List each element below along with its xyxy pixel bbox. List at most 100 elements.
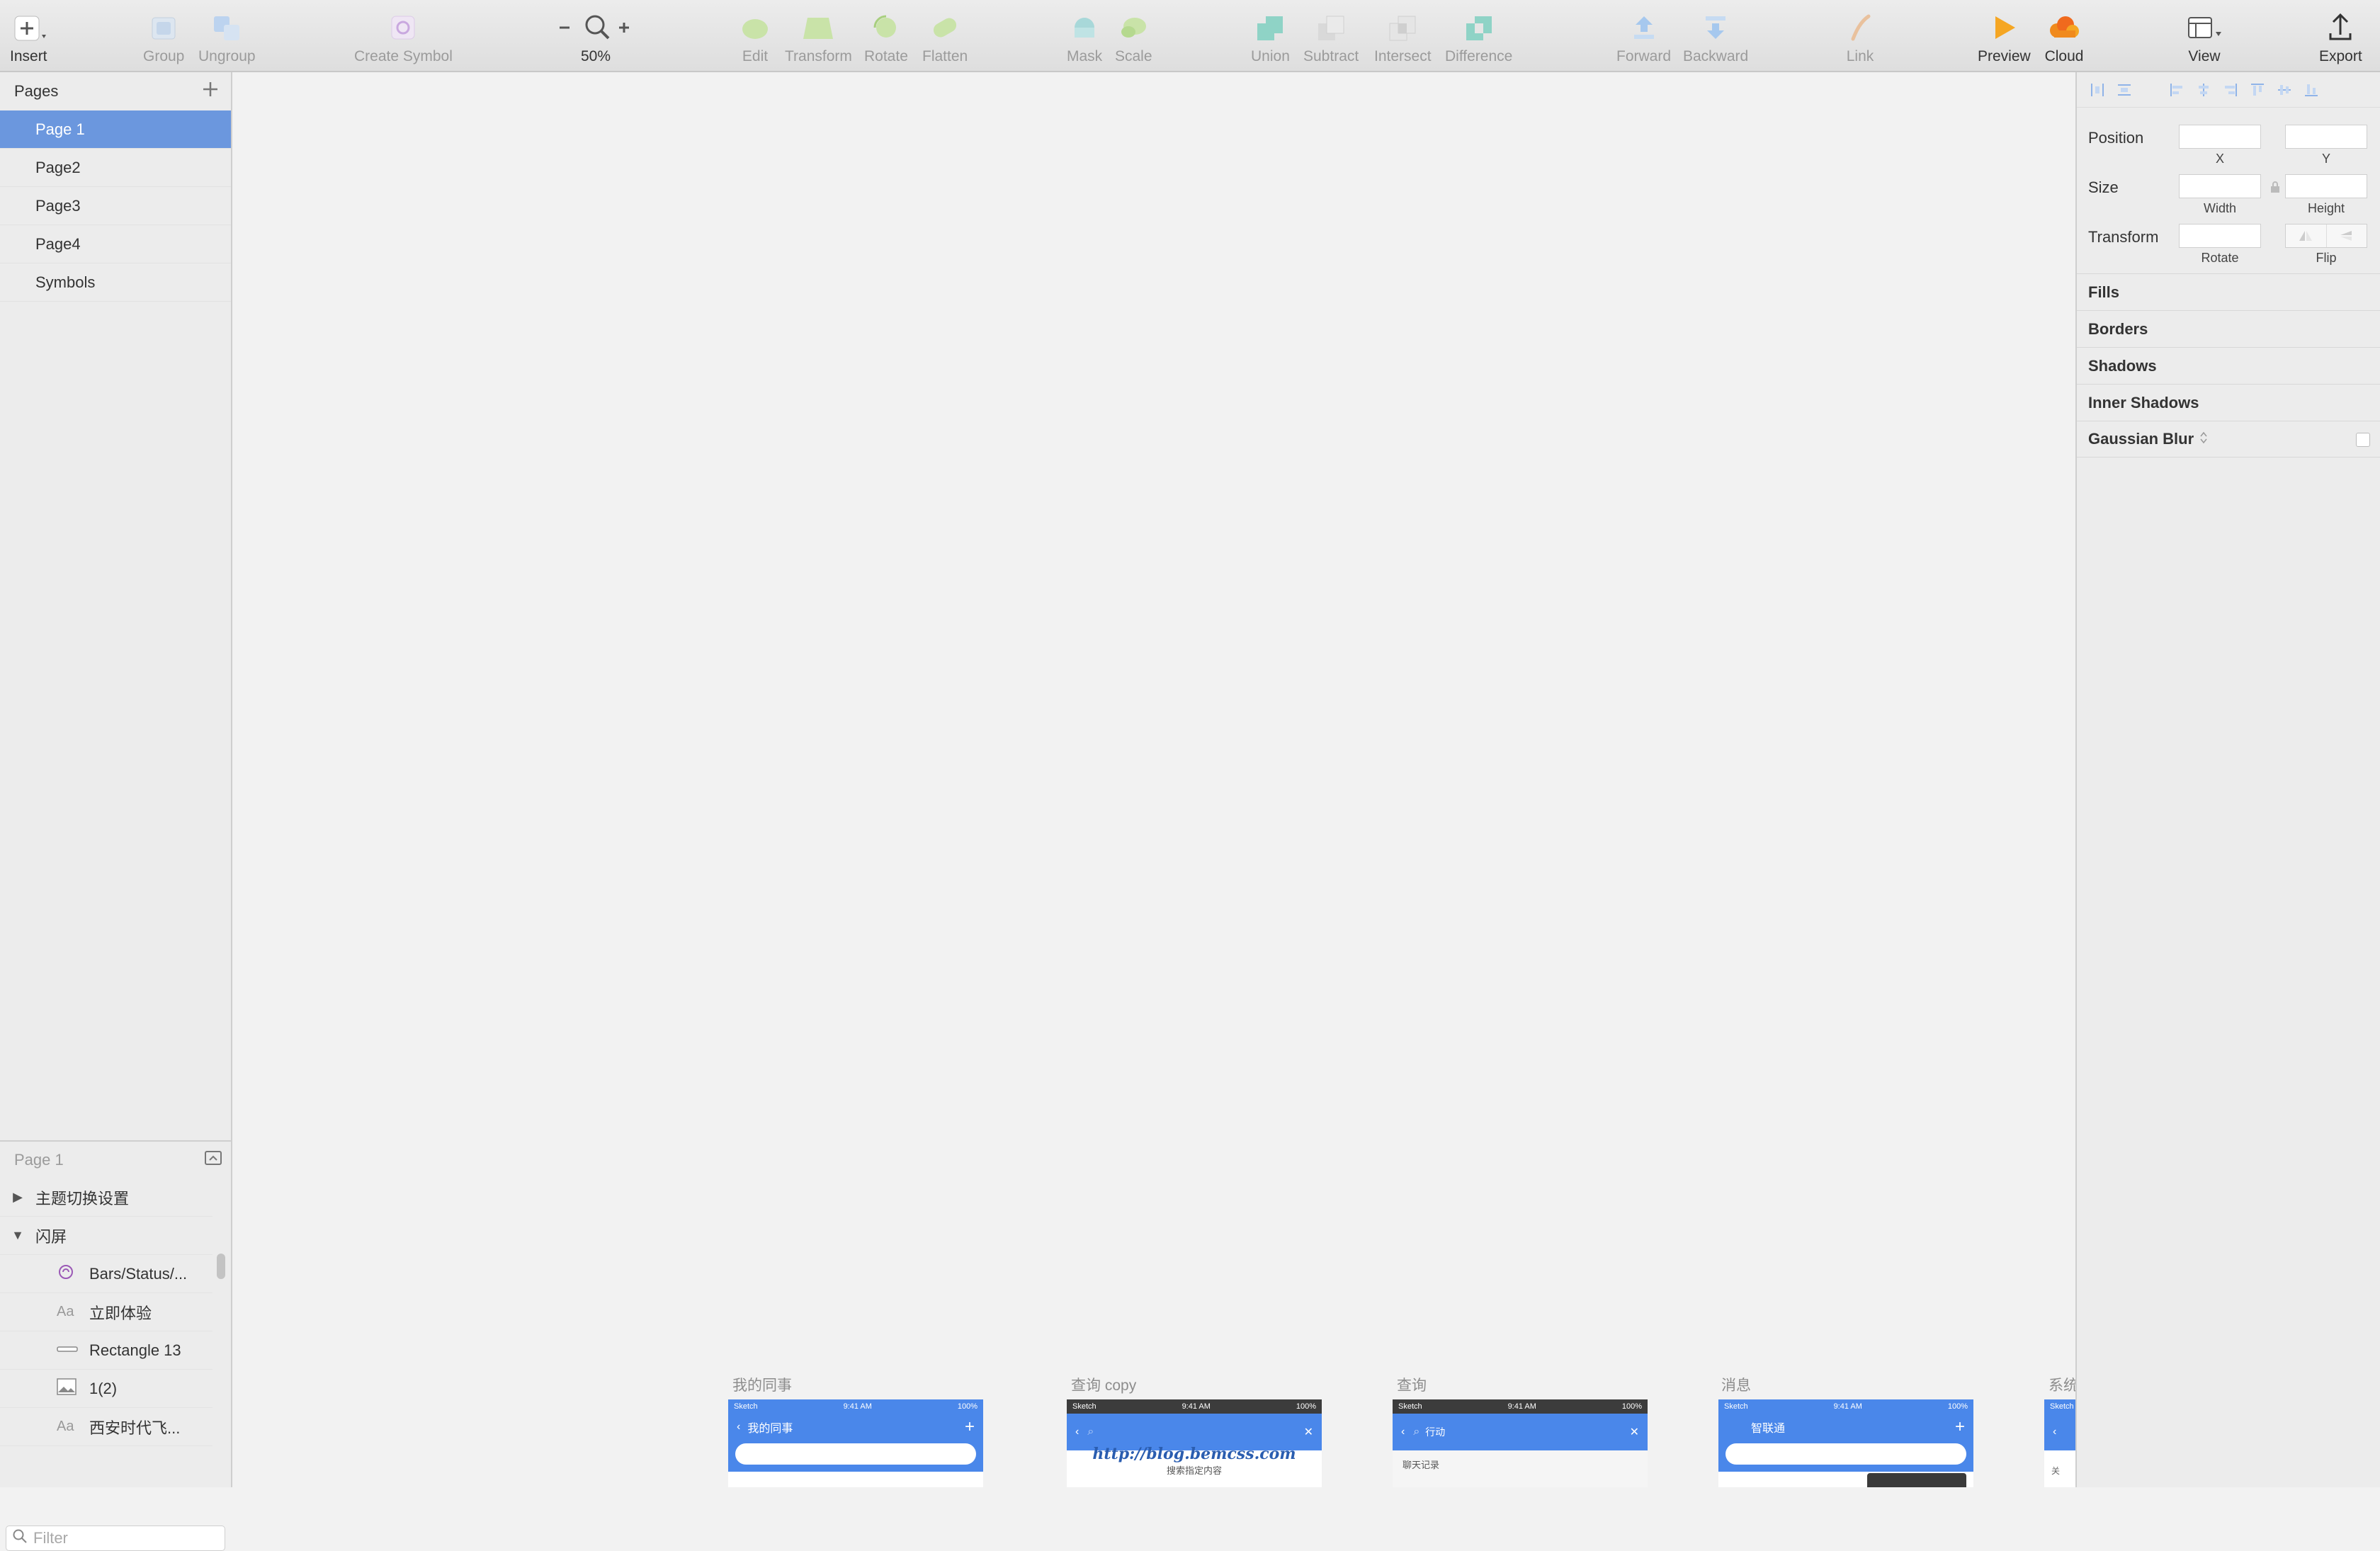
subtract-button[interactable]: Subtract bbox=[1303, 10, 1359, 65]
layer-item[interactable]: Aa 立即体验 bbox=[0, 1293, 212, 1331]
intersect-button[interactable]: Intersect bbox=[1374, 10, 1432, 65]
preview-button[interactable]: Preview bbox=[1978, 10, 2031, 65]
layer-label: Rectangle 13 bbox=[89, 1341, 181, 1359]
union-button[interactable]: Union bbox=[1251, 10, 1290, 65]
layer-item[interactable]: Rectangle 13 bbox=[0, 1331, 212, 1370]
rotate-icon bbox=[868, 10, 904, 45]
flatten-button[interactable]: Flatten bbox=[922, 10, 968, 65]
distribute-horizontal-icon[interactable] bbox=[2088, 81, 2107, 99]
align-center-icon[interactable] bbox=[2194, 81, 2213, 99]
distribute-vertical-icon[interactable] bbox=[2115, 81, 2134, 99]
artboard-system[interactable]: Sketch ‹ 关 bbox=[2044, 1399, 2075, 1487]
play-icon bbox=[1988, 10, 2019, 45]
backward-button[interactable]: Backward bbox=[1683, 10, 1748, 65]
artboard-messages[interactable]: Sketch 9:41 AM 100% 智联通 + bbox=[1718, 1399, 1973, 1487]
artboard-title[interactable]: 查询 bbox=[1397, 1374, 1427, 1395]
backward-label: Backward bbox=[1683, 48, 1749, 64]
artboard-colleagues[interactable]: Sketch 9:41 AM 100% ‹ 我的同事 + bbox=[728, 1399, 983, 1487]
back-chevron-icon: ‹ bbox=[737, 1421, 741, 1433]
page-item-page-1[interactable]: Page 1 bbox=[0, 110, 231, 149]
height-caption: Height bbox=[2307, 201, 2345, 215]
align-left-icon[interactable] bbox=[2168, 81, 2186, 99]
artboard-search-copy[interactable]: Sketch 9:41 AM 100% ‹ ⌕ ✕ http://blog.bemc… bbox=[1067, 1399, 1322, 1487]
back-chevron-icon: ‹ bbox=[2053, 1426, 2057, 1438]
add-page-icon[interactable] bbox=[201, 80, 220, 103]
y-field[interactable] bbox=[2285, 125, 2367, 149]
search-icon: ⌕ bbox=[1087, 1426, 1094, 1438]
transform-label: Transform bbox=[785, 48, 852, 64]
flip-vertical-icon[interactable] bbox=[2327, 225, 2367, 247]
layer-group-splash[interactable]: ▼ 闪屏 bbox=[0, 1217, 212, 1255]
forward-button[interactable]: Forward bbox=[1616, 10, 1671, 65]
plus-icon: + bbox=[1954, 1417, 1965, 1436]
status-time: 9:41 AM bbox=[1833, 1402, 1862, 1411]
shadows-section[interactable]: Shadows bbox=[2077, 347, 2380, 384]
group-button[interactable]: Group bbox=[143, 10, 184, 65]
collapse-layers-icon[interactable] bbox=[204, 1150, 222, 1170]
transform-button[interactable]: Transform bbox=[785, 10, 852, 65]
link-button[interactable]: Link bbox=[1846, 10, 1874, 65]
artboard-title[interactable]: 我的同事 bbox=[732, 1374, 792, 1395]
layer-item[interactable]: Aa 西安时代飞... bbox=[0, 1408, 212, 1446]
ungroup-button[interactable]: Ungroup bbox=[198, 10, 256, 65]
transform-row: Transform Rotate Flip bbox=[2077, 218, 2380, 268]
rotate-field[interactable] bbox=[2179, 224, 2261, 248]
edit-icon bbox=[740, 10, 771, 45]
mask-button[interactable]: Mask bbox=[1067, 10, 1102, 65]
search-bar-area bbox=[1718, 1441, 1973, 1472]
align-right-icon[interactable] bbox=[2221, 81, 2240, 99]
cloud-button[interactable]: Cloud bbox=[2044, 10, 2084, 65]
width-caption: Width bbox=[2203, 201, 2236, 215]
edit-button[interactable]: Edit bbox=[740, 10, 771, 65]
x-field[interactable] bbox=[2179, 125, 2261, 149]
height-field[interactable] bbox=[2285, 174, 2367, 198]
artboard-search[interactable]: Sketch 9:41 AM 100% ‹ ⌕ 行动 ✕ 聊天记录 bbox=[1393, 1399, 1648, 1487]
page-item-page4[interactable]: Page4 bbox=[0, 225, 231, 263]
layers-heading: Page 1 bbox=[14, 1151, 64, 1169]
text-icon: Aa bbox=[57, 1304, 74, 1319]
page-item-page2[interactable]: Page2 bbox=[0, 149, 231, 187]
disclosure-right-icon[interactable]: ▶ bbox=[0, 1190, 35, 1205]
insert-button[interactable]: Insert bbox=[10, 10, 47, 65]
disclosure-down-icon[interactable]: ▼ bbox=[0, 1228, 35, 1243]
zoom-control[interactable]: 50% bbox=[557, 10, 635, 65]
artboard-title[interactable]: 消息 bbox=[1721, 1374, 1751, 1395]
layer-item[interactable]: Bars/Status/... bbox=[0, 1255, 212, 1293]
layer-label: Bars/Status/... bbox=[89, 1264, 188, 1283]
align-bottom-icon[interactable] bbox=[2302, 81, 2320, 99]
layer-item[interactable]: 1(2) bbox=[0, 1370, 212, 1408]
flip-horizontal-icon[interactable] bbox=[2286, 225, 2327, 247]
page-item-page3[interactable]: Page3 bbox=[0, 187, 231, 225]
search-bar-area bbox=[728, 1441, 983, 1472]
align-top-icon[interactable] bbox=[2248, 81, 2267, 99]
create-symbol-button[interactable]: Create Symbol bbox=[354, 10, 453, 65]
artboard-title[interactable]: 查询 copy bbox=[1071, 1374, 1136, 1395]
size-row: Size Width Height bbox=[2077, 169, 2380, 218]
fills-section[interactable]: Fills bbox=[2077, 273, 2380, 310]
inner-shadows-section[interactable]: Inner Shadows bbox=[2077, 384, 2380, 421]
chevron-updown-icon[interactable] bbox=[2199, 430, 2208, 448]
gaussian-blur-checkbox[interactable] bbox=[2356, 433, 2370, 447]
scale-button[interactable]: Scale bbox=[1115, 10, 1152, 65]
gaussian-blur-section[interactable]: Gaussian Blur bbox=[2077, 421, 2380, 458]
view-button[interactable]: View bbox=[2184, 10, 2224, 65]
export-button[interactable]: Export bbox=[2319, 10, 2362, 65]
layer-scrollbar[interactable] bbox=[217, 1254, 225, 1279]
filter-input[interactable]: Filter bbox=[6, 1526, 225, 1551]
width-field[interactable] bbox=[2179, 174, 2261, 198]
flatten-icon bbox=[927, 10, 963, 45]
lock-icon[interactable] bbox=[2270, 180, 2281, 198]
plus-icon bbox=[11, 10, 47, 45]
difference-button[interactable]: Difference bbox=[1445, 10, 1512, 65]
borders-section[interactable]: Borders bbox=[2077, 310, 2380, 347]
nav-title: 我的同事 bbox=[747, 1423, 793, 1435]
align-middle-icon[interactable] bbox=[2275, 81, 2294, 99]
tooltip-popup bbox=[1867, 1473, 1966, 1487]
nav-bar: ‹ ⌕ 行动 ✕ bbox=[1393, 1414, 1648, 1450]
rotate-button[interactable]: Rotate bbox=[864, 10, 908, 65]
artboard-title[interactable]: 系统 bbox=[2048, 1374, 2075, 1395]
page-item-symbols[interactable]: Symbols bbox=[0, 263, 231, 302]
canvas[interactable]: 我的同事 Sketch 9:41 AM 100% ‹ 我的同事 + 查询 copy … bbox=[234, 72, 2075, 1487]
status-bar: Sketch bbox=[2044, 1399, 2075, 1414]
layer-group-theme-settings[interactable]: ▶ 主题切换设置 bbox=[0, 1178, 212, 1217]
